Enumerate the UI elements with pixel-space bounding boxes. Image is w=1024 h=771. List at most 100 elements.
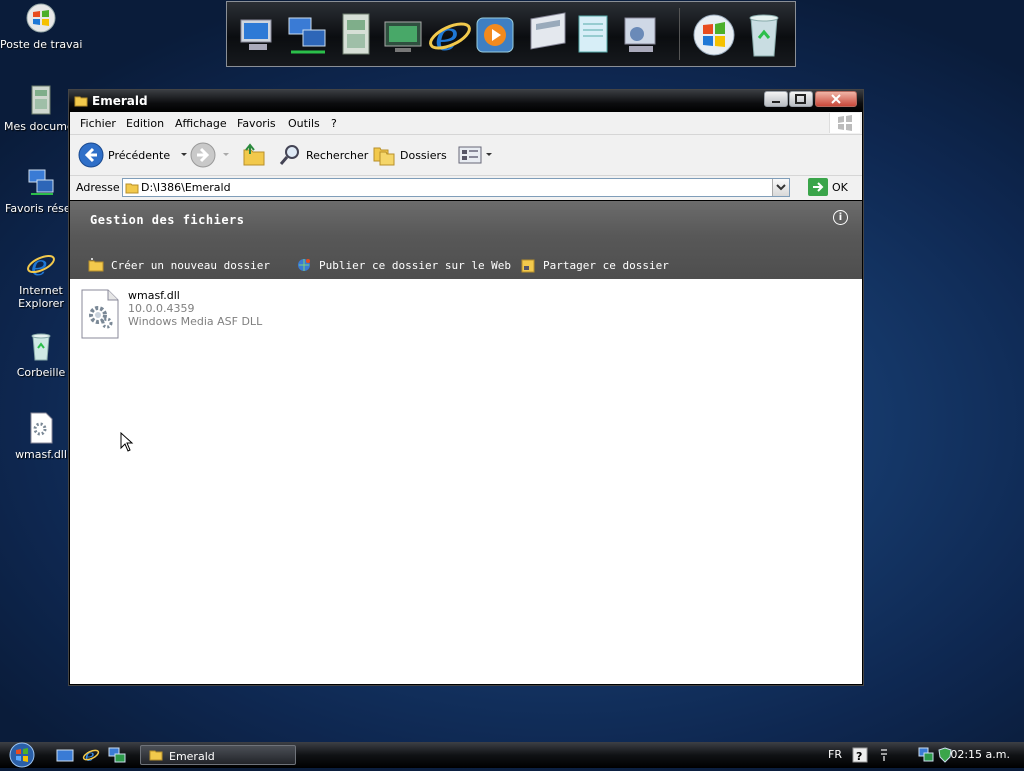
menu-favoris[interactable]: Favoris [237,117,276,130]
clock[interactable]: 02:15 a.m. [950,748,1010,761]
dock-item-documents[interactable] [333,10,379,60]
desktop-icon-label: Favoris réseau [5,202,71,215]
chevron-down-icon[interactable] [220,151,232,159]
views-button[interactable] [458,135,494,175]
minimize-button[interactable] [764,91,788,107]
info-icon[interactable]: i [833,210,848,225]
language-indicator[interactable]: FR [828,748,842,761]
windows-flag-logo [829,113,860,133]
task-publish-web[interactable]: Publier ce dossier sur le Web [296,257,511,273]
tasks-header: Gestion des fichiers [90,213,245,227]
svg-text:e: e [85,746,94,764]
folder-up-icon [243,143,265,166]
menu-fichier[interactable]: Fichier [80,117,116,130]
dock-item-control-panel[interactable] [619,10,665,60]
file-item[interactable]: wmasf.dll 10.0.0.4359 Windows Media ASF … [80,289,280,341]
dock-item-ie[interactable]: e [427,10,473,60]
menu-edition[interactable]: Edition [126,117,164,130]
dock-item-media-center[interactable] [381,10,427,60]
start-button[interactable] [6,742,38,768]
close-icon [831,94,841,104]
file-name: wmasf.dll [128,289,180,302]
dock-item-media-player[interactable] [473,10,519,60]
notepad-icon [578,15,608,53]
address-label: Adresse [76,181,120,194]
documents-icon [31,85,51,115]
windows-flag-icon [838,115,852,131]
back-button[interactable]: Précédente [78,135,190,175]
menu-outils[interactable]: Outils [288,117,320,130]
taskbar-button-label: Emerald [169,750,215,763]
dock-item-notepad[interactable] [571,10,617,60]
close-button[interactable] [815,91,857,107]
folders-label: Dossiers [400,148,447,162]
file-list-area[interactable]: wmasf.dll 10.0.0.4359 Windows Media ASF … [70,279,862,684]
publish-web-icon [298,259,310,271]
internet-explorer-icon: e [429,14,471,60]
address-value: D:\I386\Emerald [141,181,231,194]
svg-text:?: ? [856,750,862,763]
task-share-folder[interactable]: Partager ce dossier [520,257,669,273]
go-button[interactable]: OK [808,178,848,196]
desktop-icon-label: Mes documents [4,120,72,133]
maximize-icon [795,94,806,104]
task-new-folder[interactable]: Créer un nouveau dossier [88,257,270,273]
computer-icon [240,19,272,50]
maximize-button[interactable] [789,91,813,107]
tray-expand-icon[interactable] [878,747,890,763]
minimize-icon [772,101,780,103]
network-status-icon[interactable] [918,747,934,763]
go-arrow-icon [808,178,828,196]
menu-affichage[interactable]: Affichage [175,117,227,130]
dock-item-recycle-bin[interactable] [741,10,787,60]
search-button[interactable]: Rechercher [278,135,368,175]
media-player-icon [476,17,514,53]
windows-logo-icon [26,3,56,33]
dock-item-computer[interactable] [235,10,281,60]
folder-icon [74,96,88,107]
network-icon[interactable] [108,746,126,764]
internet-explorer-icon[interactable]: e [82,746,100,764]
menu-help[interactable]: ? [331,117,337,130]
forward-arrow-icon [190,142,216,168]
documents-icon [342,13,370,55]
back-label: Précédente [108,148,171,162]
file-tasks-pane: Gestion des fichiers i Créer un nouveau … [70,201,862,279]
folders-icon [373,147,395,166]
file-description: Windows Media ASF DLL [128,315,263,328]
chevron-down-icon[interactable] [178,151,190,159]
dll-file-icon [30,412,53,444]
taskbar-button-emerald[interactable]: Emerald [140,745,296,765]
network-icon [288,17,326,54]
help-icon[interactable]: ? [852,747,868,763]
recycle-bin-icon [31,333,51,361]
go-label: OK [832,180,848,194]
desktop-icon-label: Poste de travail [0,38,82,51]
recycle-bin-icon [749,14,779,57]
media-center-icon [384,21,422,52]
address-input[interactable]: D:\I386\Emerald [122,178,790,197]
show-desktop-icon[interactable] [56,748,74,764]
forward-button[interactable] [190,135,232,175]
views-icon [458,146,482,164]
folders-button[interactable]: Dossiers [372,135,447,175]
up-folder-button[interactable] [241,135,267,175]
task-label: Créer un nouveau dossier [111,258,270,272]
menu-bar: Fichier Edition Affichage Favoris Outils… [70,112,862,135]
svg-text:e: e [435,14,459,60]
control-panel-icon [624,17,656,52]
dock-item-start[interactable] [691,10,737,60]
title-bar[interactable]: Emerald [69,90,863,112]
address-dropdown[interactable] [772,179,789,196]
address-bar: Adresse D:\I386\Emerald OK [70,176,862,200]
dock-item-network[interactable] [285,10,331,60]
window-title: Emerald [92,94,148,108]
task-label: Partager ce dossier [543,258,669,272]
desktop-icon-computer[interactable]: Poste de travail [0,2,82,51]
dock-item-calculator[interactable] [525,10,571,60]
windows-orb-icon [9,742,35,768]
folder-icon [125,183,139,194]
file-version: 10.0.0.4359 [128,302,195,315]
dock-separator [679,8,680,60]
svg-text:e: e [31,249,48,280]
